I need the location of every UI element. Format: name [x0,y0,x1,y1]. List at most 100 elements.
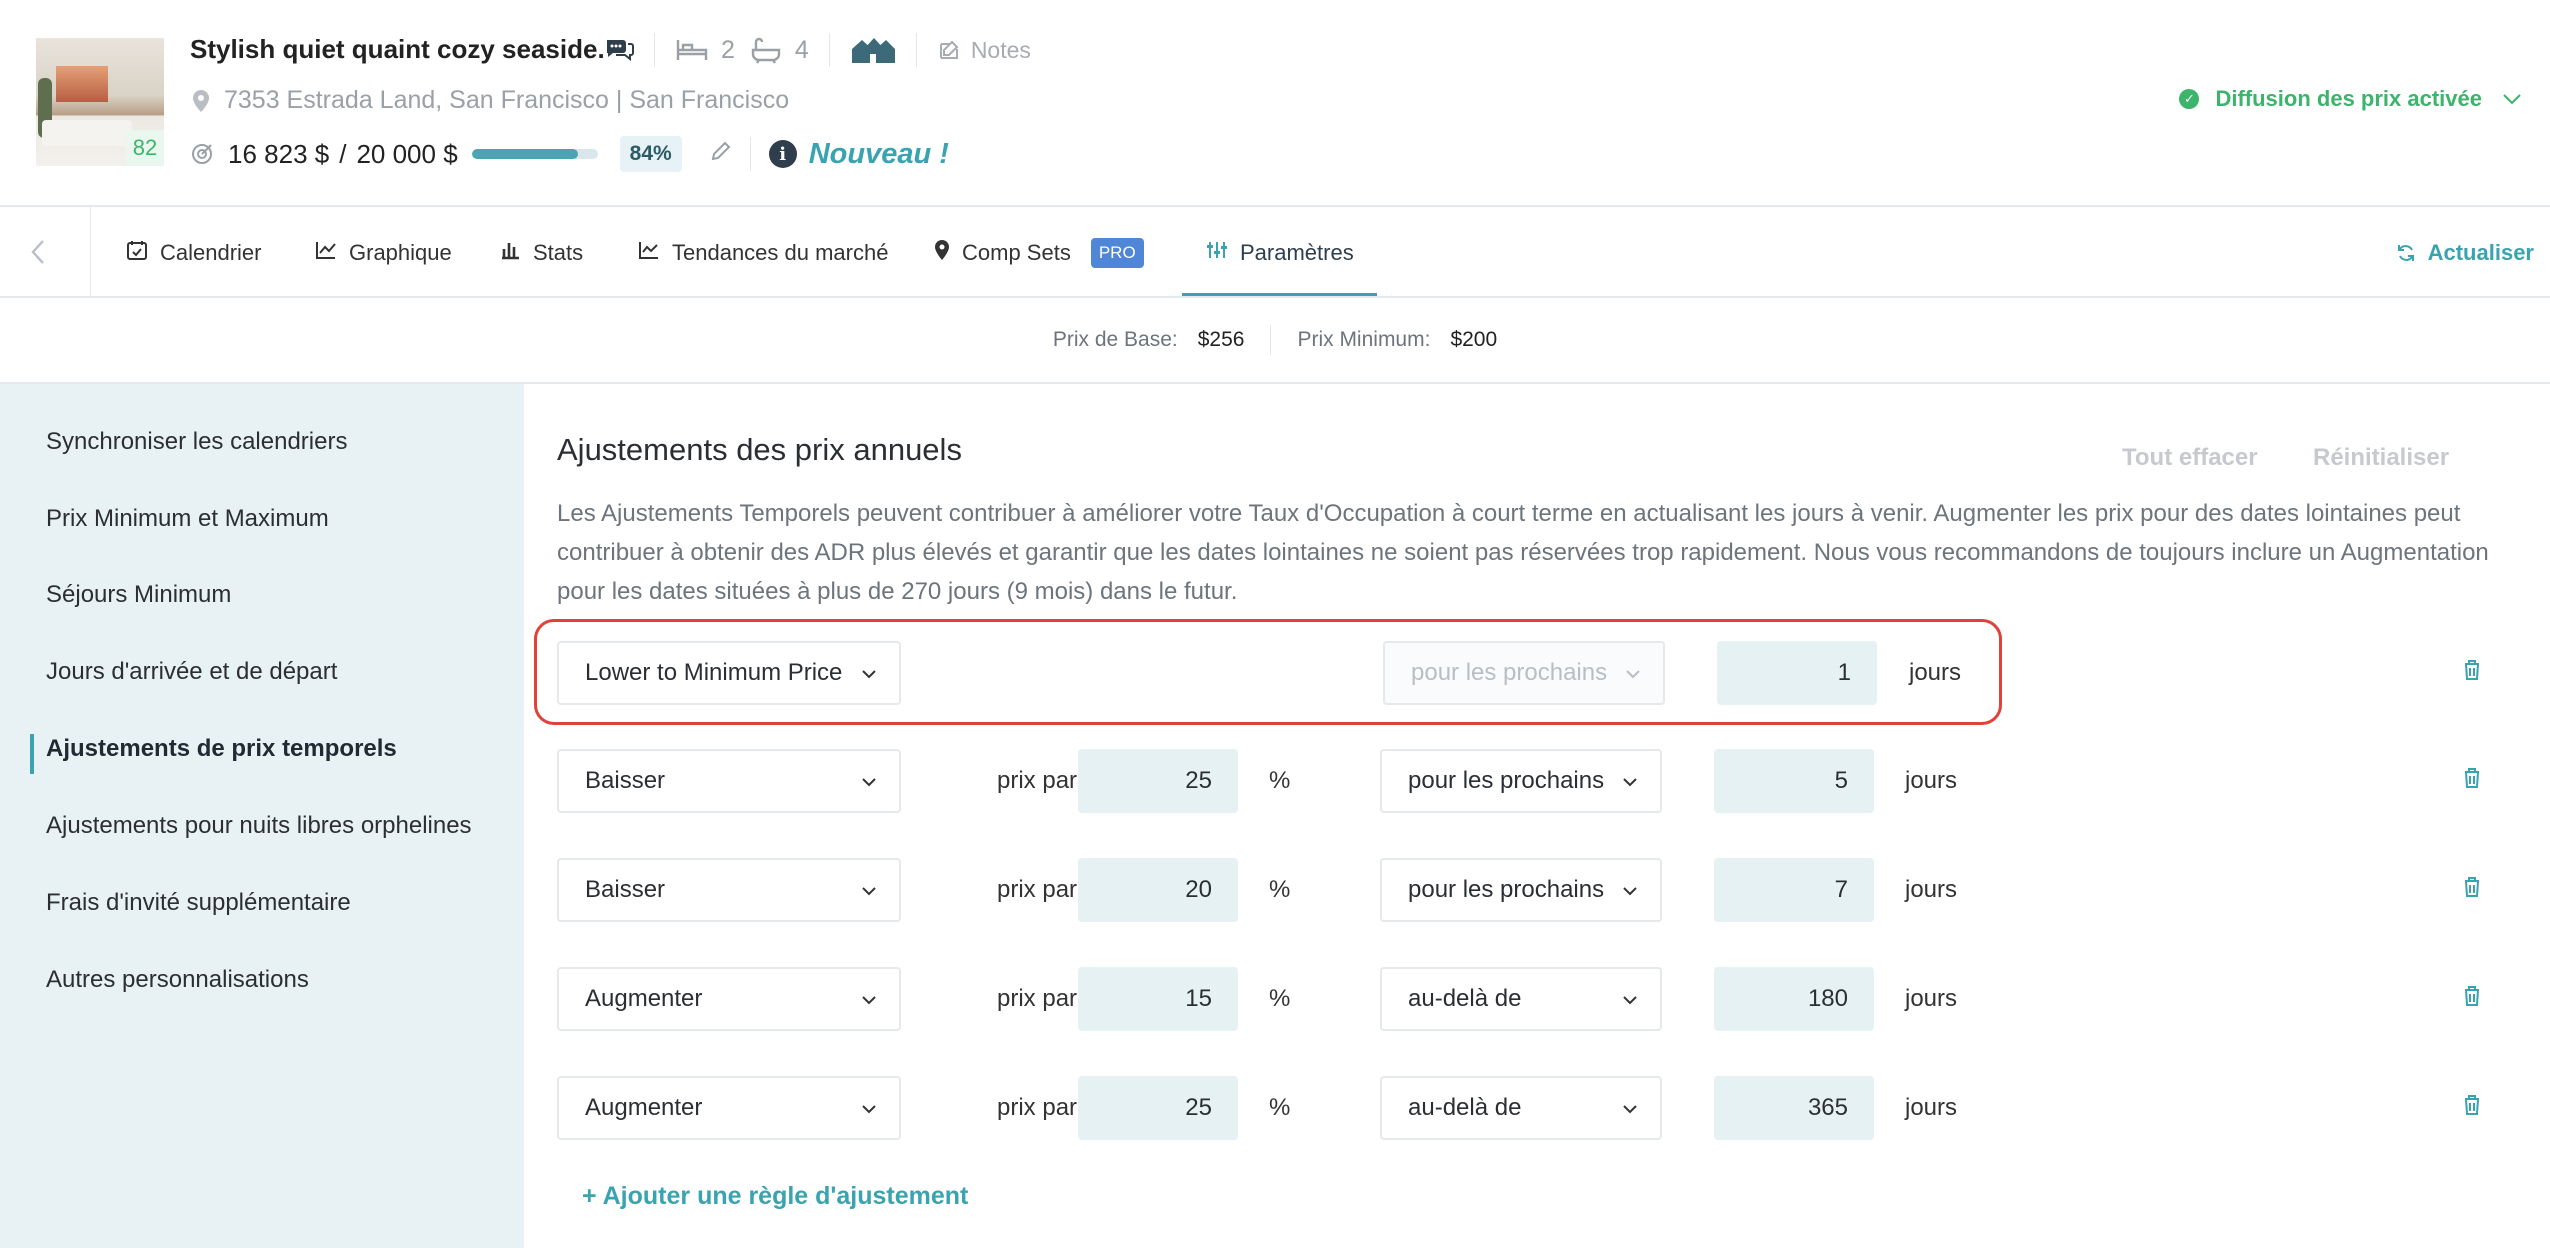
days-input[interactable]: 7 [1714,858,1874,922]
action-select[interactable]: Augmenter [557,1076,901,1140]
chevron-down-icon [1622,771,1638,792]
days-label: jours [1905,1094,1958,1121]
trash-icon[interactable] [2463,659,2481,686]
chevron-down-icon [1622,880,1638,901]
messages-icon[interactable] [604,36,634,64]
sidebar-item-sync-calendars[interactable]: Synchroniser les calendriers [46,428,347,456]
map-pin-icon [934,239,950,267]
reset-button[interactable]: Réinitialiser [2313,444,2449,472]
refresh-button[interactable]: Actualiser [2396,207,2534,298]
price-sync-label: Diffusion des prix activée [2215,86,2482,111]
listing-address: 7353 Estrada Land, San Francisco | San F… [192,86,789,115]
bath-icon [749,36,783,64]
back-chevron-icon[interactable] [30,239,46,272]
edit-target-button[interactable] [710,140,732,169]
chevron-down-icon [861,771,877,792]
divider [749,137,751,171]
action-value: Baisser [585,876,666,903]
chevron-down-icon [2503,94,2521,105]
days-input[interactable]: 180 [1714,967,1874,1031]
notes-label: Notes [970,36,1031,63]
navigation-tabs: Calendrier Graphique Stats Tendances du … [0,207,2550,298]
trash-icon[interactable] [2463,767,2481,794]
location-pin-icon [193,89,209,112]
days-input[interactable]: 5 [1714,749,1874,813]
divider [1270,325,1272,355]
chevron-down-icon [1622,1098,1638,1119]
notes-button[interactable]: Notes [937,37,1031,64]
sidebar-item-checkin-checkout-days[interactable]: Jours d'arrivée et de départ [46,658,337,686]
chevron-down-icon [861,1098,877,1119]
price-per-label: prix par [997,767,1078,794]
price-per-label: prix par [997,876,1078,903]
pencil-icon [711,141,731,160]
pro-badge: PRO [1090,237,1144,268]
line-chart-icon [315,240,337,266]
sidebar-item-time-adjustments[interactable]: Ajustements de prix temporels [46,735,397,763]
tab-calendrier[interactable]: Calendrier [126,207,262,298]
info-icon[interactable]: i [768,140,797,168]
revenue-target: 20 000 $ [356,138,458,169]
period-select[interactable]: pour les prochains [1380,858,1662,922]
days-input[interactable]: 365 [1714,1076,1874,1140]
clear-all-button[interactable]: Tout effacer [2122,444,2258,472]
tab-stats[interactable]: Stats [501,207,583,298]
action-select[interactable]: Baisser [557,749,901,813]
sliders-icon [1206,240,1228,266]
trash-icon[interactable] [2463,1094,2481,1121]
progress-percent-badge: 84% [619,136,682,172]
divider [654,33,655,67]
thumbnail-sofa [42,120,132,146]
percent-input[interactable]: 25 [1078,749,1238,813]
days-label: jours [1905,767,1958,794]
tab-comp-sets[interactable]: Comp Sets PRO [934,207,1144,298]
percent-sign: % [1269,767,1291,794]
section-description: Les Ajustements Temporels peuvent contri… [557,500,2489,605]
tab-label: Stats [533,239,584,265]
price-sync-status[interactable]: ✓ Diffusion des prix activée [2179,86,2522,112]
percent-input[interactable]: 15 [1078,967,1238,1031]
listing-score-badge: 82 [126,130,164,166]
trash-icon[interactable] [2463,985,2481,1012]
trend-icon [638,240,660,266]
sidebar-item-min-stays[interactable]: Séjours Minimum [46,581,231,609]
add-adjustment-rule-button[interactable]: + Ajouter une règle d'ajustement [582,1182,968,1211]
period-value: au-delà de [1408,1094,1522,1121]
base-price-label: Prix de Base: [1052,328,1178,351]
trash-icon[interactable] [2463,876,2481,903]
action-select[interactable]: Baisser [557,858,901,922]
percent-sign: % [1269,876,1291,903]
period-value: au-delà de [1408,985,1522,1012]
revenue-current: 16 823 $ [228,138,330,169]
tab-label: Calendrier [160,239,262,265]
houses-icon[interactable] [850,35,896,65]
adjustment-rule: Augmenter prix par 25 % au-delà de 365 j… [557,1076,2507,1140]
percent-sign: % [1269,1094,1291,1121]
sidebar-item-min-max-price[interactable]: Prix Minimum et Maximum [46,505,329,533]
calendar-check-icon [126,239,148,267]
period-select[interactable]: pour les prochains [1380,749,1662,813]
bedroom-count: 2 [721,35,735,64]
settings-sidebar: Synchroniser les calendriers Prix Minimu… [0,384,524,1248]
tab-graphique[interactable]: Graphique [315,207,452,298]
action-select[interactable]: Augmenter [557,967,901,1031]
sidebar-item-orphan-nights[interactable]: Ajustements pour nuits libres orphelines [46,812,472,840]
period-select[interactable]: au-delà de [1380,967,1662,1031]
base-price-value: $256 [1197,328,1245,351]
min-price-value: $200 [1450,328,1498,351]
new-feature-label[interactable]: Nouveau ! [809,138,949,171]
tab-label: Paramètres [1240,239,1354,265]
percent-input[interactable]: 25 [1078,1076,1238,1140]
period-select[interactable]: au-delà de [1380,1076,1662,1140]
tab-tendances[interactable]: Tendances du marché [638,207,888,298]
adjustment-rule: Baisser prix par 20 % pour les prochains… [557,858,2507,922]
sidebar-item-extra-guest-fees[interactable]: Frais d'invité supplémentaire [46,889,351,917]
tab-label: Tendances du marché [672,239,889,265]
price-per-label: prix par [997,1094,1078,1121]
sidebar-item-other-customizations[interactable]: Autres personnalisations [46,966,309,994]
action-value: Augmenter [585,1094,703,1121]
days-label: jours [1905,985,1958,1012]
divider [90,207,91,298]
tab-parametres[interactable]: Paramètres [1206,207,1354,298]
percent-input[interactable]: 20 [1078,858,1238,922]
